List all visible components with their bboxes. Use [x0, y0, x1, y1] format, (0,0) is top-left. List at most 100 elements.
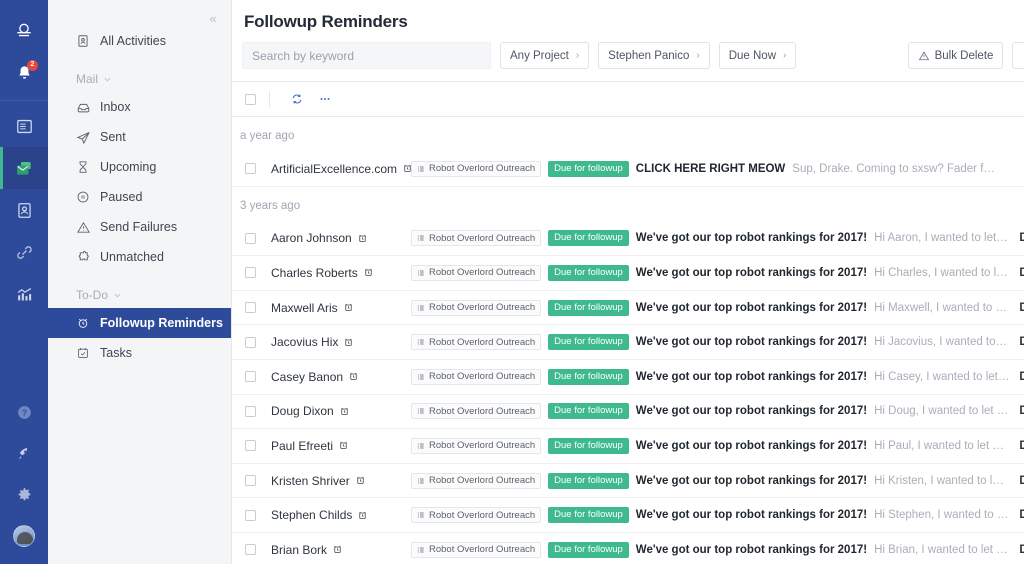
notifications-bell-icon[interactable]: 2 [0, 52, 48, 94]
row-contact-name: Kristen Shriver [271, 474, 350, 488]
row-contact-name: Charles Roberts [271, 266, 358, 280]
sidebar-item-label: Sent [100, 130, 126, 144]
more-options-icon[interactable] [311, 92, 339, 106]
row-checkbox[interactable] [245, 440, 256, 451]
alarm-clock-icon [348, 371, 359, 382]
row-subject: We've got our top robot rankings for 201… [636, 405, 867, 417]
row-checkbox[interactable] [245, 302, 256, 313]
row-preview: Hi Doug, I wanted to let … [874, 405, 1009, 417]
project-filter[interactable]: Any Project › [500, 42, 589, 69]
sidebar-group-mail[interactable]: Mail [48, 56, 231, 92]
collapse-sidebar-button[interactable]: « [203, 8, 223, 28]
sidebar-item-sent[interactable]: Sent [48, 122, 231, 152]
table-row[interactable]: Brian BorkRobot Overlord OutreachDue for… [232, 533, 1024, 564]
row-checkbox[interactable] [245, 544, 256, 555]
mail-stack-icon[interactable] [0, 147, 48, 189]
row-tag-label: Robot Overlord Outreach [429, 163, 535, 174]
row-due-date: Due 7/18/17 [1009, 544, 1024, 556]
sidebar-group-todo[interactable]: To-Do [48, 272, 231, 308]
row-contact-name: ArtificialExcellence.com [271, 162, 397, 176]
row-tag: Robot Overlord Outreach [411, 369, 541, 385]
row-tag: Robot Overlord Outreach [411, 403, 541, 419]
search-placeholder-text: Search by keyword [252, 49, 354, 63]
row-contact: Stephen Childs [256, 508, 411, 522]
table-row[interactable]: Stephen ChildsRobot Overlord OutreachDue… [232, 498, 1024, 533]
row-checkbox[interactable] [245, 475, 256, 486]
search-input[interactable]: Search by keyword [242, 42, 491, 69]
sidebar-item-unmatched[interactable]: Unmatched [48, 242, 231, 272]
user-avatar[interactable] [0, 515, 48, 556]
table-row[interactable]: Jacovius HixRobot Overlord OutreachDue f… [232, 325, 1024, 360]
sidebar-item-tasks[interactable]: Tasks [48, 338, 231, 368]
sidebar-item-send-failures[interactable]: Send Failures [48, 212, 231, 242]
hub-icon[interactable] [0, 10, 48, 52]
table-row[interactable]: Aaron JohnsonRobot Overlord OutreachDue … [232, 222, 1024, 257]
inbox-icon [76, 100, 100, 115]
icon-rail-bottom: ? [0, 392, 48, 556]
bulk-delete-button[interactable]: Bulk Delete [908, 42, 1004, 69]
row-due-date: Due 7/18/17 [1009, 302, 1024, 314]
sidebar-item-upcoming[interactable]: Upcoming [48, 152, 231, 182]
row-contact-name: Aaron Johnson [271, 231, 352, 245]
due-filter[interactable]: Due Now › [719, 42, 797, 69]
activity-feed-icon[interactable] [0, 105, 48, 147]
row-checkbox[interactable] [245, 337, 256, 348]
project-filter-label: Any Project [510, 50, 569, 62]
list-group-rows: Aaron Johnson Robot Overlord Outreach Due … [232, 222, 1024, 564]
page-title: Followup Reminders [242, 12, 1024, 42]
sidebar-item-label: Send Failures [100, 220, 177, 234]
row-subject: We've got our top robot rankings for 201… [636, 509, 867, 521]
row-contact-name: Jacovius Hix [271, 335, 338, 349]
row-subject: CLICK HERE RIGHT MEOW [636, 163, 786, 175]
alarm-clock-icon [343, 302, 354, 313]
select-all-checkbox[interactable] [245, 94, 256, 105]
row-contact-name: Doug Dixon [271, 404, 334, 418]
row-checkbox[interactable] [245, 371, 256, 382]
refresh-loop-icon[interactable] [283, 92, 311, 106]
row-subject: We've got our top robot rankings for 201… [636, 544, 867, 556]
sidebar-item-all-activities[interactable]: All Activities [48, 26, 231, 56]
row-subject: We've got our top robot rankings for 201… [636, 475, 867, 487]
row-checkbox[interactable] [245, 406, 256, 417]
sidebar-item-label: Inbox [100, 100, 131, 114]
sidebar-item-followup-reminders[interactable]: Followup Reminders [48, 308, 231, 338]
alarm-clock-icon [402, 163, 411, 174]
reports-chart-icon[interactable] [0, 273, 48, 315]
status-badge: Due for followup [548, 230, 629, 246]
settings-gear-icon[interactable] [0, 474, 48, 515]
list-lines-icon [417, 338, 425, 346]
row-preview: Hi Paul, I wanted to let … [874, 440, 1009, 452]
row-tag: Robot Overlord Outreach [411, 334, 541, 350]
row-checkbox[interactable] [245, 233, 256, 244]
row-subject: We've got our top robot rankings for 201… [636, 267, 867, 279]
table-row[interactable]: Paul EfreetiRobot Overlord OutreachDue f… [232, 429, 1024, 464]
owner-filter[interactable]: Stephen Panico › [598, 42, 710, 69]
row-tag-label: Robot Overlord Outreach [429, 544, 535, 555]
status-badge: Due for followup [548, 369, 629, 385]
table-row[interactable]: Casey BanonRobot Overlord OutreachDue fo… [232, 360, 1024, 395]
table-row[interactable]: ArtificialExcellence.com Robot [232, 152, 1024, 187]
main-content: Followup Reminders Search by keyword Any… [232, 0, 1024, 564]
table-row[interactable]: Kristen ShriverRobot Overlord OutreachDu… [232, 464, 1024, 499]
chevron-right-icon: › [696, 50, 699, 61]
contacts-icon[interactable] [0, 189, 48, 231]
sidebar-item-paused[interactable]: Paused [48, 182, 231, 212]
sidebar-item-inbox[interactable]: Inbox [48, 92, 231, 122]
row-tag-label: Robot Overlord Outreach [429, 510, 535, 521]
help-icon[interactable]: ? [0, 392, 48, 433]
table-row[interactable]: Maxwell ArisRobot Overlord OutreachDue f… [232, 291, 1024, 326]
table-row[interactable]: Charles RobertsRobot Overlord OutreachDu… [232, 256, 1024, 291]
links-icon[interactable] [0, 231, 48, 273]
row-subject: We've got our top robot rankings for 201… [636, 232, 867, 244]
rocket-icon[interactable] [0, 433, 48, 474]
row-due-date: Due 7/18/17 [1009, 336, 1024, 348]
row-checkbox[interactable] [245, 510, 256, 521]
chevron-down-icon [113, 291, 122, 300]
row-tag: Robot Overlord Outreach [411, 542, 541, 558]
list-group-header: a year ago [232, 117, 1024, 152]
export-button[interactable]: Export [1012, 42, 1024, 69]
row-tag: Robot Overlord Outreach [411, 507, 541, 523]
row-checkbox[interactable] [245, 267, 256, 278]
table-row[interactable]: Doug DixonRobot Overlord OutreachDue for… [232, 395, 1024, 430]
row-checkbox[interactable] [245, 163, 256, 174]
